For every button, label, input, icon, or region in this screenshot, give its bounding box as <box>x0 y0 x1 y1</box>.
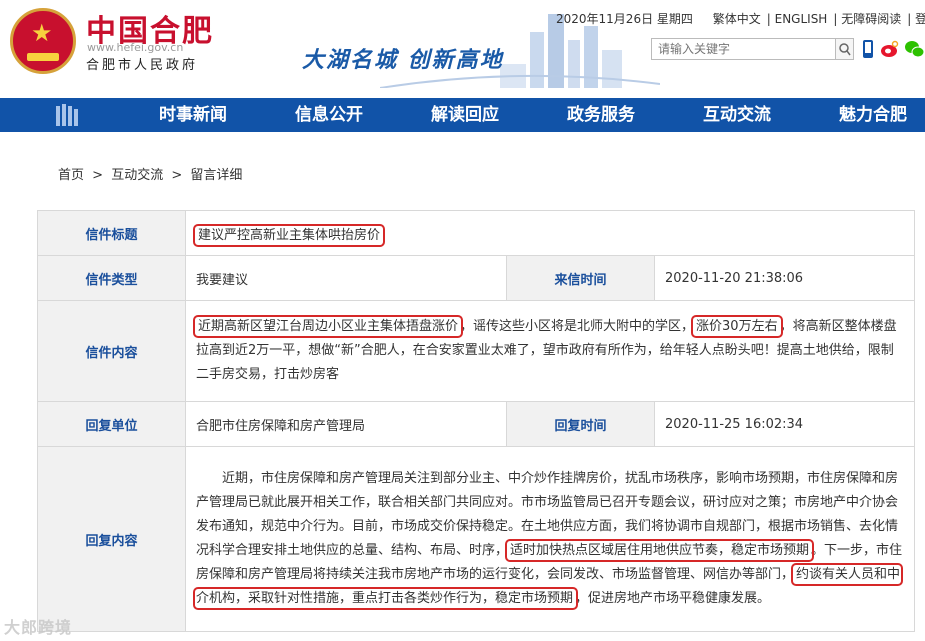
breadcrumb-current: 留言详细 <box>190 168 243 183</box>
nav-item-information[interactable]: 信息公开 <box>269 98 389 132</box>
letter-time-label: 来信时间 <box>506 255 655 301</box>
reply-highlight-1: 适时加快热点区域居住用地供应节奏，稳定市场预期 <box>505 539 815 562</box>
letter-time: 2020-11-20 21:38:06 <box>654 255 915 301</box>
search-button[interactable] <box>836 38 854 60</box>
search-input[interactable] <box>651 38 836 60</box>
reply-unit: 合肥市住房保障和房产管理局 <box>185 401 507 447</box>
breadcrumb-separator: > <box>92 168 104 183</box>
nav-item-charm-hefei[interactable]: 魅力合肥 <box>813 98 925 132</box>
letter-title: 建议严控高新业主集体哄抬房价 <box>192 223 386 247</box>
weibo-icon[interactable] <box>880 39 900 59</box>
letter-detail-table: 信件标题 建议严控高新业主集体哄抬房价 信件类型 我要建议 来信时间 2020-… <box>37 210 915 632</box>
letter-content-highlight-1: 近期高新区望江台周边小区业主集体捂盘涨价 <box>192 315 464 338</box>
search-icon <box>839 43 851 56</box>
letter-type-label: 信件类型 <box>37 255 186 301</box>
nav-item-news[interactable]: 时事新闻 <box>133 98 253 132</box>
reply-unit-label: 回复单位 <box>37 401 186 447</box>
wechat-icon[interactable] <box>904 39 924 59</box>
link-accessibility[interactable]: 无障碍阅读 <box>841 12 901 26</box>
letter-content: 近期高新区望江台周边小区业主集体捂盘涨价 ，谣传这些小区将是北师大附中的学区， 涨价… <box>185 300 915 402</box>
link-english[interactable]: ENGLISH <box>775 12 828 26</box>
main-navigation: 时事新闻 信息公开 解读回应 政务服务 互动交流 魅力合肥 <box>0 98 925 132</box>
nav-item-interpretation[interactable]: 解读回应 <box>405 98 525 132</box>
reply-content-label: 回复内容 <box>37 446 186 632</box>
watermark-text: 大郎跨境 <box>4 618 73 637</box>
mobile-icon[interactable] <box>858 39 878 59</box>
reply-content: 近期，市住房保障和房产管理局关注到部分业主、中介炒作挂牌房价，扰乱市场秩序，影响… <box>185 446 915 632</box>
nav-item-services[interactable]: 政务服务 <box>541 98 661 132</box>
letter-content-label: 信件内容 <box>37 300 186 402</box>
top-utility-bar: 2020年11月26日 星期四 繁体中文 | ENGLISH | 无障碍阅读 | 登 <box>556 10 925 27</box>
reply-time: 2020-11-25 16:02:34 <box>654 401 915 447</box>
letter-type: 我要建议 <box>185 255 507 301</box>
link-login[interactable]: 登 <box>915 12 925 26</box>
home-building-icon[interactable] <box>52 104 82 126</box>
letter-content-text: ，谣传这些小区将是北师大附中的学区， <box>460 319 695 334</box>
site-slogan: 大湖名城 创新高地 <box>302 47 504 73</box>
site-header: ★ 中国合肥 www.hefei.gov.cn 合肥市人民政府 大湖名城 创新高… <box>0 0 925 98</box>
site-url: www.hefei.gov.cn <box>87 41 184 54</box>
letter-title-cell: 建议严控高新业主集体哄抬房价 <box>185 210 915 256</box>
breadcrumb-separator: > <box>171 168 183 183</box>
breadcrumb: 首页 > 互动交流 > 留言详细 <box>58 164 246 183</box>
nav-item-interaction[interactable]: 互动交流 <box>677 98 797 132</box>
site-subtitle: 合肥市人民政府 <box>86 58 199 73</box>
reply-time-label: 回复时间 <box>506 401 655 447</box>
national-emblem-icon: ★ <box>10 8 76 74</box>
letter-title-label: 信件标题 <box>37 210 186 256</box>
breadcrumb-interaction[interactable]: 互动交流 <box>111 168 163 183</box>
current-date: 2020年11月26日 星期四 <box>556 12 693 26</box>
letter-content-highlight-2: 涨价30万左右 <box>691 315 783 338</box>
reply-text: ，促进房地产市场平稳健康发展。 <box>575 591 771 606</box>
link-traditional-chinese[interactable]: 繁体中文 <box>713 12 761 26</box>
breadcrumb-home[interactable]: 首页 <box>58 168 84 183</box>
